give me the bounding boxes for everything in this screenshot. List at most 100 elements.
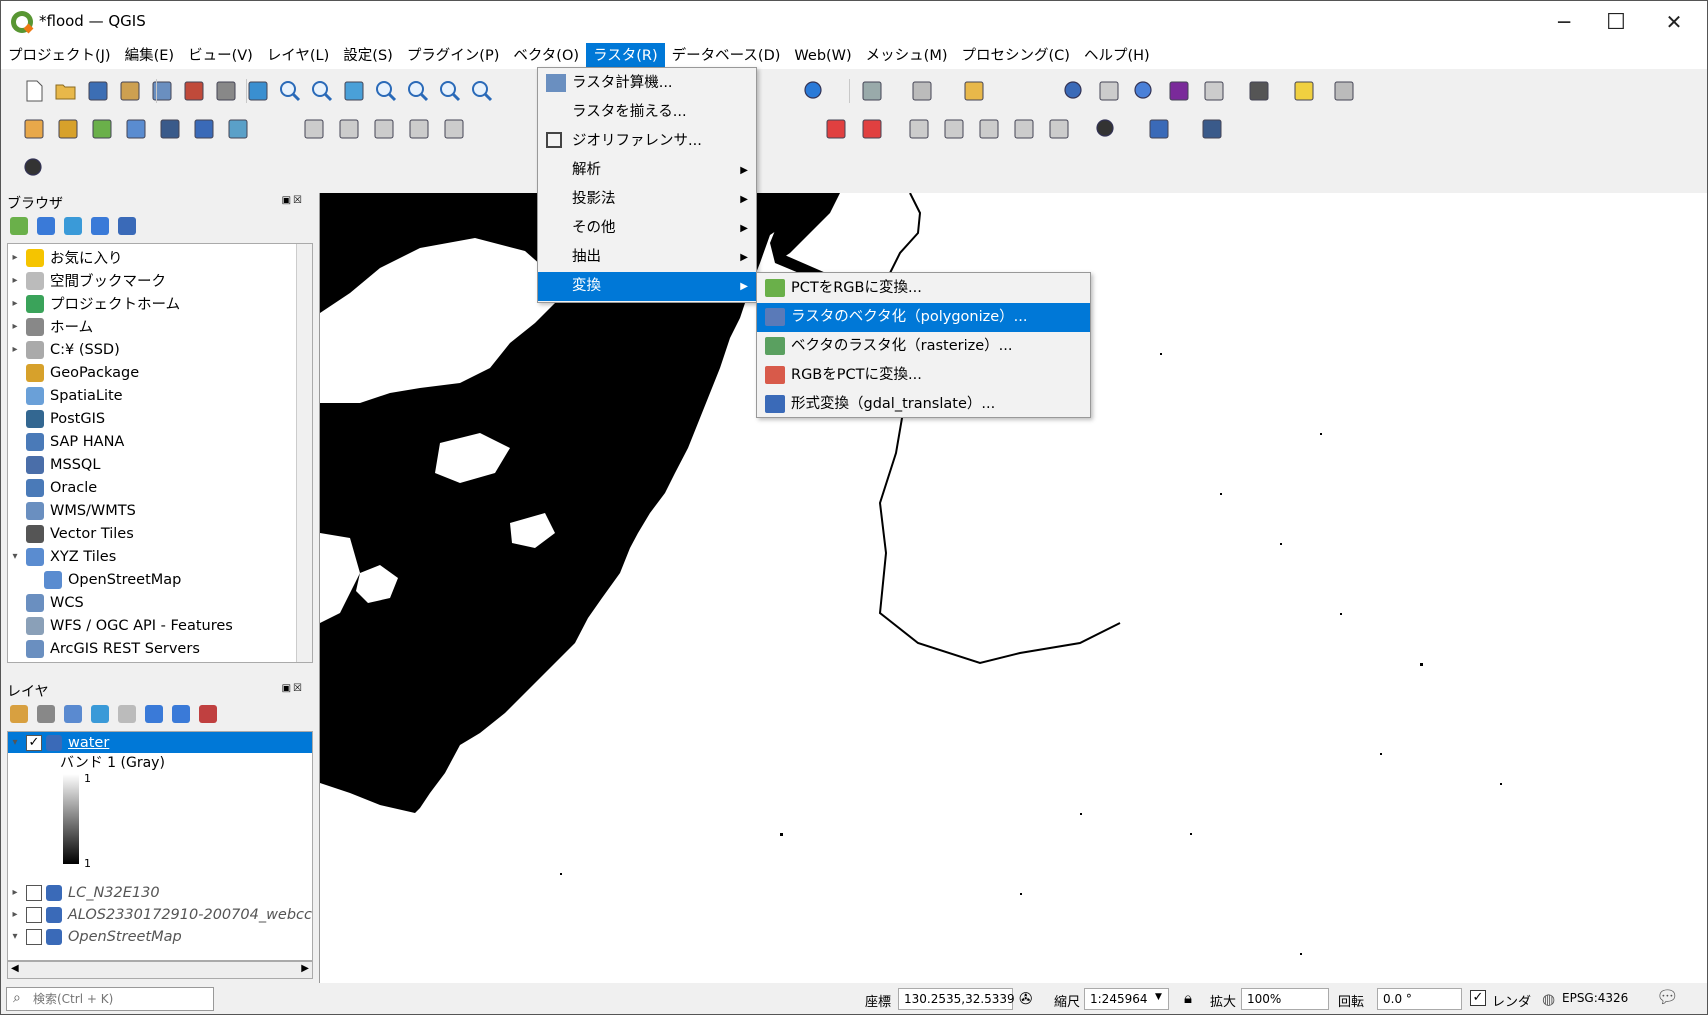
- layout-manager-icon[interactable]: [149, 78, 175, 104]
- expand-arrow-icon[interactable]: ▾: [8, 737, 22, 748]
- browser-item[interactable]: WCS: [8, 592, 84, 613]
- expand-arrow-icon[interactable]: ▸: [8, 909, 22, 920]
- style-manager-icon[interactable]: [181, 78, 207, 104]
- toggle-extents-icon[interactable]: ✇: [1019, 989, 1032, 1008]
- render-checkbox[interactable]: ✓: [1470, 990, 1486, 1006]
- browser-item[interactable]: ▸ C:¥ (SSD): [8, 339, 120, 360]
- vertex-tool-icon[interactable]: [441, 116, 467, 142]
- raster-menu-item[interactable]: 投影法 ▶: [538, 185, 756, 214]
- browser-item[interactable]: ArcGIS REST Servers: [8, 638, 200, 659]
- expand-arrow-icon[interactable]: ▸: [8, 887, 22, 898]
- coordinate-field[interactable]: 130.2535,32.5339: [898, 988, 1015, 1010]
- zoom-to-selection-icon[interactable]: [373, 78, 399, 104]
- raster-menu-item[interactable]: ラスタ計算機...: [538, 69, 756, 98]
- chevron-down-icon[interactable]: ▼: [1155, 992, 1162, 1002]
- menu-3[interactable]: レイヤ(L): [260, 43, 336, 69]
- layer-visibility-checkbox[interactable]: [25, 906, 42, 923]
- add-raster-layer-icon[interactable]: [157, 116, 183, 142]
- minimize-button[interactable]: ─: [1539, 3, 1589, 41]
- menu-12[interactable]: ヘルプ(H): [1077, 43, 1157, 69]
- zoom-out-icon[interactable]: [309, 78, 335, 104]
- select-by-value-icon[interactable]: [961, 78, 987, 104]
- browser-scrollbar[interactable]: [296, 244, 312, 662]
- zoom-native-icon[interactable]: [437, 78, 463, 104]
- raster-menu-item[interactable]: ラスタを揃える...: [538, 98, 756, 127]
- close-button[interactable]: ✕: [1649, 3, 1699, 41]
- processing-toolbox-icon[interactable]: [1131, 78, 1157, 104]
- plugin-reload-icon[interactable]: [21, 155, 47, 181]
- magnifier-spinbox[interactable]: 100%: [1241, 988, 1329, 1010]
- save-edits-icon[interactable]: [371, 116, 397, 142]
- raster-menu-item[interactable]: 抽出 ▶: [538, 243, 756, 272]
- expand-arrow-icon[interactable]: ▸: [8, 252, 22, 263]
- menu-9[interactable]: Web(W): [787, 43, 858, 69]
- convert-menu-item[interactable]: RGBをPCTに変換...: [757, 361, 1090, 390]
- filter-by-expression-icon[interactable]: [118, 705, 136, 723]
- browser-item[interactable]: WFS / OGC API - Features: [8, 615, 233, 636]
- browser-item[interactable]: ▸ 空間ブックマーク: [8, 270, 166, 291]
- expand-arrow-icon[interactable]: ▸: [8, 298, 22, 309]
- new-project-icon[interactable]: [21, 78, 47, 104]
- digitize-icon[interactable]: [301, 116, 327, 142]
- label-pin-icon[interactable]: [859, 116, 885, 142]
- add-virtual-layer-icon[interactable]: [225, 116, 251, 142]
- menu-2[interactable]: ビュー(V): [181, 43, 260, 69]
- remove-layer-icon[interactable]: [199, 705, 217, 723]
- python-icon[interactable]: [1146, 116, 1172, 142]
- messages-icon[interactable]: 💬︎: [1656, 987, 1679, 1008]
- info-icon[interactable]: [118, 217, 136, 235]
- filter-icon[interactable]: [64, 217, 82, 235]
- collapse-all-icon[interactable]: [91, 217, 109, 235]
- convert-menu-item[interactable]: PCTをRGBに変換...: [757, 274, 1090, 303]
- browser-item[interactable]: ▸ お気に入り: [8, 247, 123, 268]
- expand-all-icon[interactable]: [145, 705, 163, 723]
- browser-item[interactable]: OpenStreetMap: [26, 569, 181, 590]
- browser-item[interactable]: GeoPackage: [8, 362, 139, 383]
- data-source-manager-icon[interactable]: [21, 116, 47, 142]
- browser-item[interactable]: ▾ XYZ Tiles: [8, 546, 116, 567]
- manage-map-themes-icon[interactable]: [64, 705, 82, 723]
- globe-icon[interactable]: ◍: [1542, 990, 1555, 1008]
- edit-pencil-icon[interactable]: [336, 116, 362, 142]
- menu-0[interactable]: プロジェクト(J): [1, 43, 118, 69]
- maximize-button[interactable]: ☐: [1591, 3, 1641, 41]
- menu-1[interactable]: 編集(E): [118, 43, 181, 69]
- collapse-all-icon[interactable]: [172, 705, 190, 723]
- menu-8[interactable]: データベース(D): [665, 43, 788, 69]
- layer-visibility-checkbox[interactable]: ✓: [26, 734, 42, 751]
- add-wms-icon[interactable]: [191, 116, 217, 142]
- expand-arrow-icon[interactable]: ▾: [8, 931, 22, 942]
- browser-item[interactable]: Oracle: [8, 477, 97, 498]
- zoom-to-layer-icon[interactable]: [405, 78, 431, 104]
- panel-float-close-buttons[interactable]: ▣☒: [282, 195, 304, 206]
- crs-label[interactable]: EPSG:4326: [1562, 991, 1628, 1005]
- refresh-icon[interactable]: [37, 217, 55, 235]
- browser-item[interactable]: GeoNode: [8, 661, 117, 662]
- field-calculator-icon[interactable]: [1201, 78, 1227, 104]
- statistics-icon[interactable]: [1166, 78, 1192, 104]
- filter-legend-icon[interactable]: [91, 705, 109, 723]
- new-print-layout-icon[interactable]: [117, 78, 143, 104]
- add-vector-layer-icon[interactable]: [89, 116, 115, 142]
- menu-10[interactable]: メッシュ(M): [859, 43, 955, 69]
- browser-item[interactable]: WMS/WMTS: [8, 500, 136, 521]
- menu-5[interactable]: プラグイン(P): [400, 43, 507, 69]
- browser-item[interactable]: ▸ ホーム: [8, 316, 93, 337]
- add-feature-icon[interactable]: [406, 116, 432, 142]
- select-features-icon[interactable]: [859, 78, 885, 104]
- add-geopackage-icon[interactable]: [55, 116, 81, 142]
- save-project-icon[interactable]: [85, 78, 111, 104]
- layer-visibility-checkbox[interactable]: [26, 884, 42, 901]
- quickosm-icon[interactable]: [1093, 116, 1119, 142]
- zoom-full-icon[interactable]: [341, 78, 367, 104]
- layer-row[interactable]: ▾ ✓ water: [8, 732, 312, 753]
- menu-7[interactable]: ラスタ(R): [586, 43, 665, 69]
- annotation-icon[interactable]: [1291, 78, 1317, 104]
- pan-icon[interactable]: [213, 78, 239, 104]
- deselect-icon[interactable]: [909, 78, 935, 104]
- browser-item[interactable]: SpatiaLite: [8, 385, 123, 406]
- raster-menu-item[interactable]: その他 ▶: [538, 214, 756, 243]
- attribute-table-icon[interactable]: [1096, 78, 1122, 104]
- measure-icon[interactable]: [1246, 78, 1272, 104]
- convert-menu-item[interactable]: 形式変換（gdal_translate）...: [757, 390, 1090, 419]
